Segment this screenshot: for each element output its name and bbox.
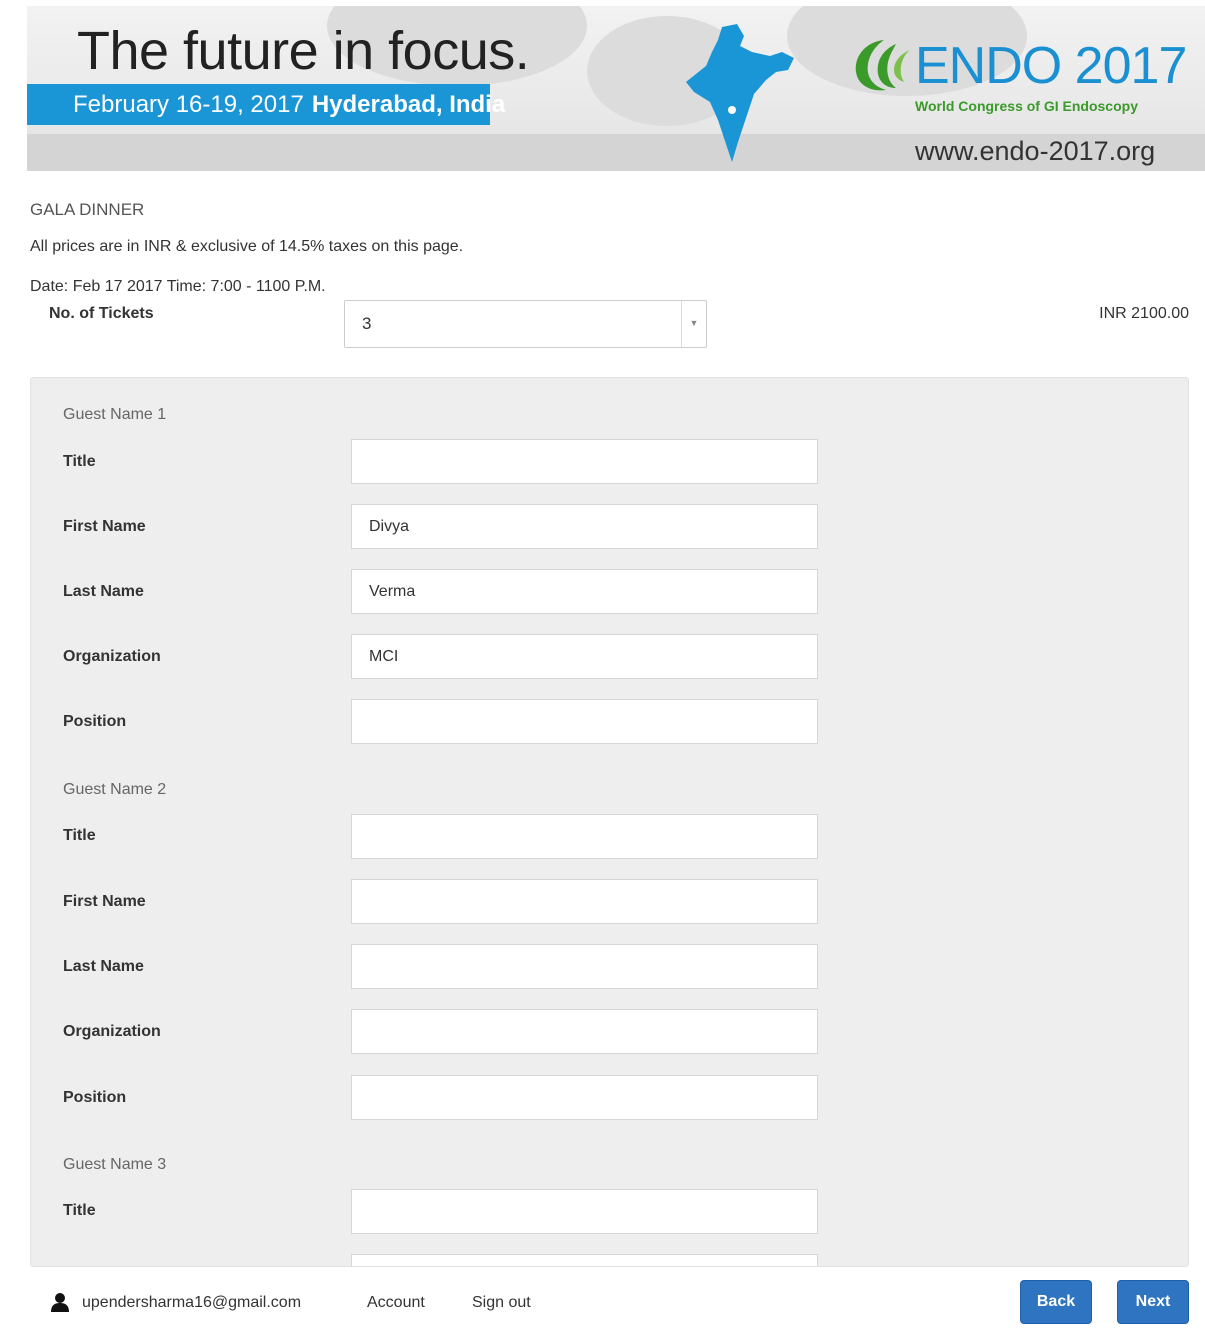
price-note: All prices are in INR & exclusive of 14.… <box>30 238 464 255</box>
guest-1-last-name-input[interactable]: Verma <box>351 569 818 614</box>
organization-label: Organization <box>63 648 161 665</box>
guest-heading: Guest Name 1 <box>63 406 167 423</box>
guest-1-position-input[interactable] <box>351 699 818 744</box>
guest-1-first-name-input[interactable]: Divya <box>351 504 818 549</box>
account-link[interactable]: Account <box>367 1294 425 1312</box>
ticket-price: INR 2100.00 <box>1099 305 1189 322</box>
event-date-time: Date: Feb 17 2017 Time: 7:00 - 1100 P.M. <box>30 278 326 295</box>
guest-2-last-name-input[interactable] <box>351 944 818 989</box>
banner-tagline: The future in focus. <box>77 21 530 81</box>
last-name-label: Last Name <box>63 583 144 600</box>
user-icon <box>51 1293 69 1312</box>
sign-out-link[interactable]: Sign out <box>472 1294 531 1312</box>
guest-1-title-input[interactable] <box>351 439 818 484</box>
banner-location: Hyderabad, India <box>311 91 506 118</box>
endo-logo-subtitle: World Congress of GI Endoscopy <box>915 98 1138 114</box>
organization-label: Organization <box>63 1023 161 1040</box>
guest-2-position-input[interactable] <box>351 1075 818 1120</box>
title-label: Title <box>63 1202 96 1219</box>
event-url: www.endo-2017.org <box>915 136 1156 166</box>
banner-date-bar: February 16-19, 2017 Hyderabad, India <box>27 84 505 125</box>
guest-details-panel: Guest Name 1 Title First Name Divya Last… <box>30 377 1189 1267</box>
india-map-icon <box>686 24 794 162</box>
endo-logo-icon <box>855 40 910 91</box>
user-email: upendersharma16@gmail.com <box>82 1294 302 1311</box>
tickets-label: No. of Tickets <box>49 305 154 322</box>
tickets-selected-value: 3 <box>362 314 372 333</box>
page-title: GALA DINNER <box>30 200 145 219</box>
guest-2-organization-input[interactable] <box>351 1009 818 1054</box>
tickets-select[interactable]: 3 ▼ <box>344 300 707 348</box>
chevron-down-icon[interactable]: ▼ <box>681 301 706 347</box>
event-banner: The future in focus. February 16-19, 201… <box>27 6 1205 171</box>
banner-dates: February 16-19, 2017 <box>73 91 304 118</box>
guest-2-first-name-input[interactable] <box>351 879 818 924</box>
footer-bar: upendersharma16@gmail.com Account Sign o… <box>0 1268 1205 1328</box>
guest-3-next-input[interactable] <box>351 1254 818 1266</box>
guest-2-title-input[interactable] <box>351 814 818 859</box>
position-label: Position <box>63 1089 127 1106</box>
guest-heading: Guest Name 2 <box>63 781 167 798</box>
endo-logo-title: ENDO 2017 <box>915 37 1187 95</box>
first-name-label: First Name <box>63 518 146 535</box>
title-label: Title <box>63 827 96 844</box>
guest-heading: Guest Name 3 <box>63 1156 167 1173</box>
back-button[interactable]: Back <box>1020 1280 1092 1324</box>
title-label: Title <box>63 453 96 470</box>
position-label: Position <box>63 713 127 730</box>
guest-3-title-input[interactable] <box>351 1189 818 1234</box>
first-name-label: First Name <box>63 893 146 910</box>
next-button[interactable]: Next <box>1117 1280 1189 1324</box>
guest-1-organization-input[interactable]: MCI <box>351 634 818 679</box>
last-name-label: Last Name <box>63 958 144 975</box>
